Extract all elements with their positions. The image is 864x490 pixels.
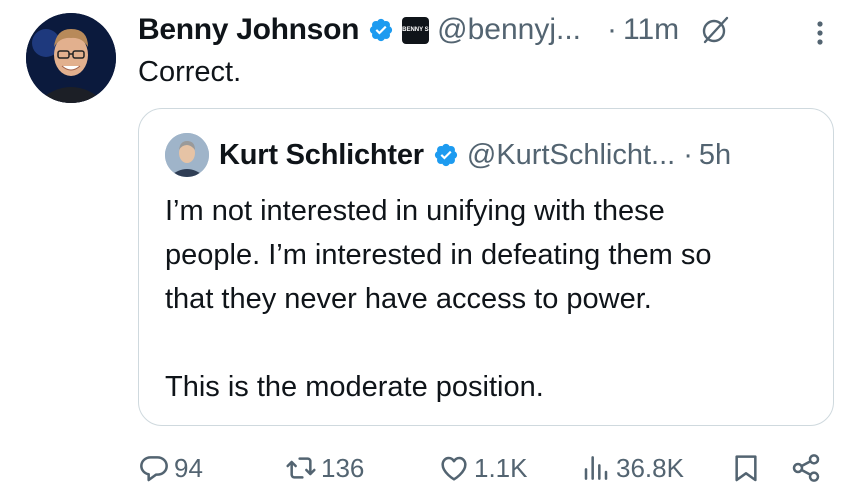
reply-icon	[140, 456, 168, 482]
quoted-tweet-timestamp[interactable]: 5h	[699, 139, 731, 172]
quoted-text-line: This is the moderate position.	[165, 371, 544, 403]
like-count: 1.1K	[474, 452, 528, 483]
quoted-tweet-text: I’m not interested in unifying with thes…	[165, 189, 815, 409]
author-avatar-image	[26, 13, 116, 103]
quoted-author-avatar-image	[165, 133, 209, 177]
quoted-author-name[interactable]: Kurt Schlichter	[219, 139, 424, 172]
quoted-text-line: I’m not interested in unifying with thes…	[165, 195, 665, 227]
quoted-text-line: people. I’m interested in defeating them…	[165, 239, 712, 271]
tweet-timestamp[interactable]: 11m	[623, 13, 679, 47]
repost-icon	[286, 457, 316, 479]
grok-icon[interactable]	[699, 14, 731, 46]
action-bar: 94 136 1.1K 36.8K	[0, 448, 864, 488]
bookmark-button[interactable]	[730, 448, 766, 488]
more-options-icon[interactable]	[810, 16, 830, 50]
tweet-header: Benny Johnson BENNY SHOW @bennyj... · 11…	[138, 10, 838, 50]
share-icon	[792, 454, 820, 482]
author-avatar[interactable]	[26, 13, 116, 103]
quoted-separator-dot: ·	[683, 138, 693, 171]
reply-button[interactable]: 94	[138, 448, 203, 488]
quoted-verified-badge-icon[interactable]	[433, 142, 459, 168]
author-name[interactable]: Benny Johnson	[138, 13, 359, 47]
reply-count: 94	[174, 452, 203, 483]
views-chart-icon	[584, 456, 608, 480]
affiliate-badge-icon[interactable]: BENNY SHOW	[402, 16, 430, 44]
like-button[interactable]: 1.1K	[438, 448, 528, 488]
author-handle[interactable]: @bennyj...	[437, 13, 581, 47]
repost-count: 136	[321, 452, 365, 483]
verified-badge-icon[interactable]	[368, 17, 394, 43]
view-count: 36.8K	[616, 452, 684, 483]
views-button[interactable]: 36.8K	[580, 448, 684, 488]
quoted-tweet-header: Kurt Schlichter @KurtSchlicht... · 5h	[165, 133, 731, 177]
share-button[interactable]	[790, 448, 826, 488]
separator-dot: ·	[607, 13, 617, 46]
heart-icon	[441, 456, 467, 481]
tweet-text: Correct.	[138, 56, 242, 88]
repost-button[interactable]: 136	[285, 448, 364, 488]
quoted-tweet[interactable]: Kurt Schlichter @KurtSchlicht... · 5h I’…	[138, 108, 834, 426]
quoted-author-avatar[interactable]	[165, 133, 209, 177]
quoted-author-handle[interactable]: @KurtSchlicht...	[467, 139, 675, 172]
quoted-text-line: that they never have access to power.	[165, 283, 652, 315]
bookmark-icon	[735, 455, 757, 482]
